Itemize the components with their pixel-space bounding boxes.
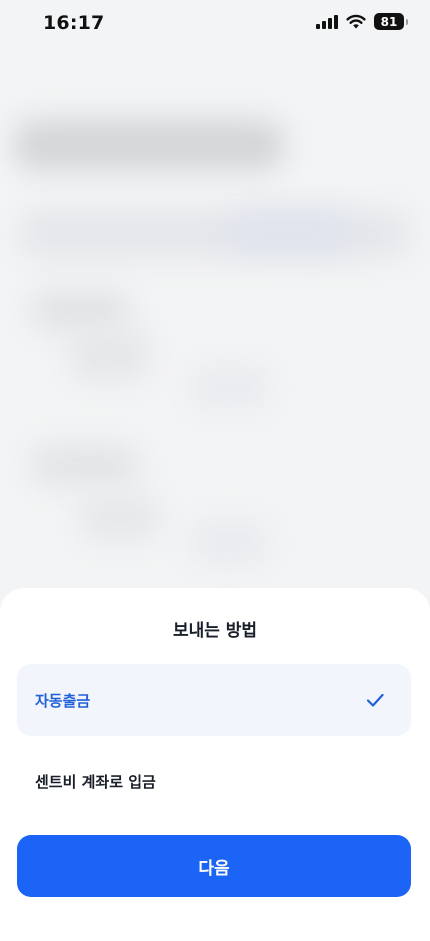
blurred-bar-accent — [230, 212, 350, 252]
blurred-heading — [14, 120, 284, 170]
blurred-row — [30, 290, 130, 330]
blurred-row — [190, 520, 270, 565]
blurred-row — [80, 495, 160, 540]
wifi-icon — [346, 14, 366, 29]
signal-icon — [316, 14, 338, 29]
blurred-row — [30, 445, 140, 485]
battery-icon: 81 — [374, 13, 408, 30]
status-time: 16:17 — [43, 12, 105, 34]
option-label: 자동출금 — [35, 691, 91, 710]
option-deposit-to-account[interactable]: 센트비 계좌로 입금 — [17, 745, 411, 817]
option-auto-debit[interactable]: 자동출금 — [17, 664, 411, 736]
option-label: 센트비 계좌로 입금 — [35, 772, 156, 791]
check-icon — [366, 693, 384, 707]
sheet-title: 보내는 방법 — [172, 621, 258, 641]
status-bar: 16:17 81 — [0, 0, 430, 50]
blurred-row — [190, 365, 270, 410]
status-icons: 81 — [316, 13, 408, 30]
blurred-bar — [20, 210, 410, 258]
blurred-row — [70, 330, 150, 380]
bottom-sheet: 보내는 방법 자동출금 센트비 계좌로 입금 다음 — [0, 588, 430, 941]
battery-level: 81 — [380, 14, 398, 29]
next-button[interactable]: 다음 — [17, 835, 411, 897]
